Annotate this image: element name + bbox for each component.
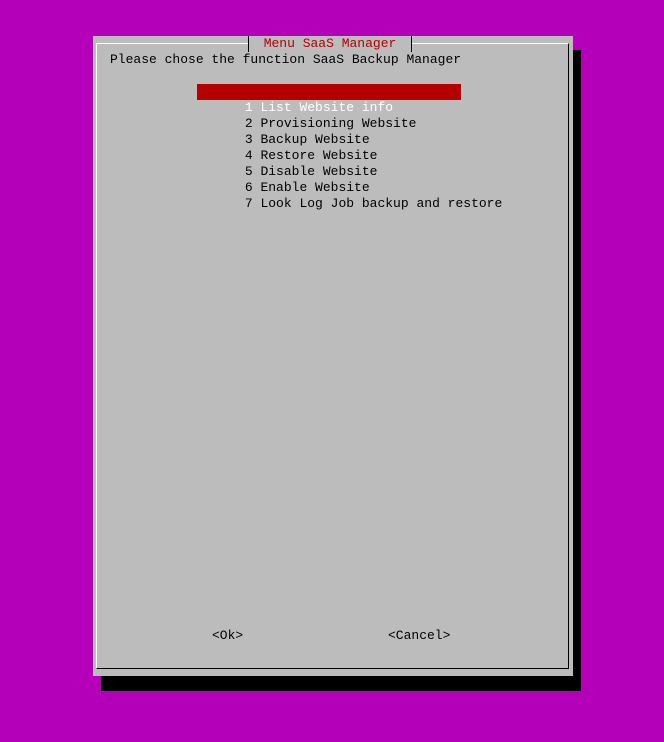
- menu-item-label: List Website info: [260, 100, 394, 115]
- menu-item-list-website-info[interactable]: 1 List Website info: [197, 84, 461, 115]
- ok-button[interactable]: <Ok>: [212, 628, 243, 644]
- menu-item-tag: 3: [244, 132, 253, 147]
- cancel-button[interactable]: <Cancel>: [388, 628, 450, 644]
- menu-item-tag: 5: [244, 164, 253, 179]
- menu-item-tag: 4: [244, 148, 253, 163]
- menu-item-tag: 2: [244, 116, 253, 131]
- menu-list: 1 List Website info 2 Provisioning Websi…: [197, 84, 502, 211]
- menu-dialog: Menu SaaS Manager Please chose the funct…: [93, 36, 573, 676]
- menu-item-tag: 7: [244, 196, 253, 211]
- menu-item-label: Look Log Job backup and restore: [260, 196, 503, 211]
- menu-item-label: Disable Website: [260, 164, 378, 179]
- menu-item-label: Backup Website: [260, 132, 370, 147]
- dialog-title: Menu SaaS Manager: [248, 36, 412, 52]
- menu-item-label: Provisioning Website: [260, 116, 417, 131]
- menu-item-tag: 1: [244, 100, 253, 115]
- menu-item-tag: 6: [244, 180, 253, 195]
- dialog-prompt: Please chose the function SaaS Backup Ma…: [110, 52, 462, 67]
- menu-item-label: Restore Website: [260, 148, 378, 163]
- menu-item-label: Enable Website: [260, 180, 370, 195]
